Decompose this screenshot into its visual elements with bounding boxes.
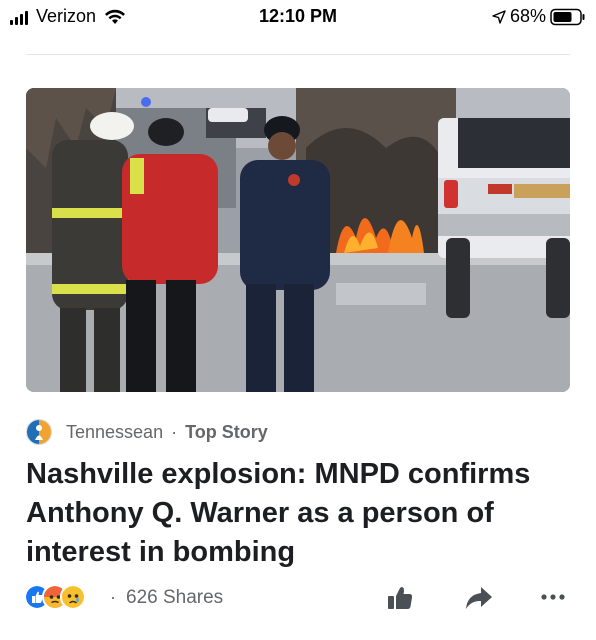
- news-photo-illustration: [26, 88, 570, 392]
- source-row: Tennessean · Top Story: [26, 418, 268, 446]
- battery-icon: [550, 8, 585, 25]
- shares-separator: ·: [110, 587, 116, 607]
- post-footer: · 626 Shares: [24, 582, 570, 614]
- status-bar: Verizon 12:10 PM 68%: [0, 0, 596, 34]
- shares-count[interactable]: 626 Shares: [126, 587, 223, 609]
- reactions-summary[interactable]: [24, 584, 86, 610]
- top-story-label: Top Story: [185, 421, 268, 442]
- like-icon[interactable]: [384, 582, 416, 614]
- top-divider: [26, 54, 570, 55]
- source-name[interactable]: Tennessean: [66, 422, 163, 443]
- source-separator: ·: [171, 421, 178, 442]
- location-arrow-icon: [492, 9, 506, 24]
- status-right: 68%: [492, 6, 586, 27]
- headline[interactable]: Nashville explosion: MNPD confirms Antho…: [26, 455, 574, 572]
- sad-reaction-icon: [60, 584, 86, 610]
- battery-percent: 68%: [509, 6, 546, 26]
- news-photo[interactable]: [26, 88, 570, 392]
- share-icon[interactable]: [464, 584, 494, 612]
- more-icon[interactable]: [540, 590, 566, 604]
- tennessean-logo-icon[interactable]: [26, 419, 52, 445]
